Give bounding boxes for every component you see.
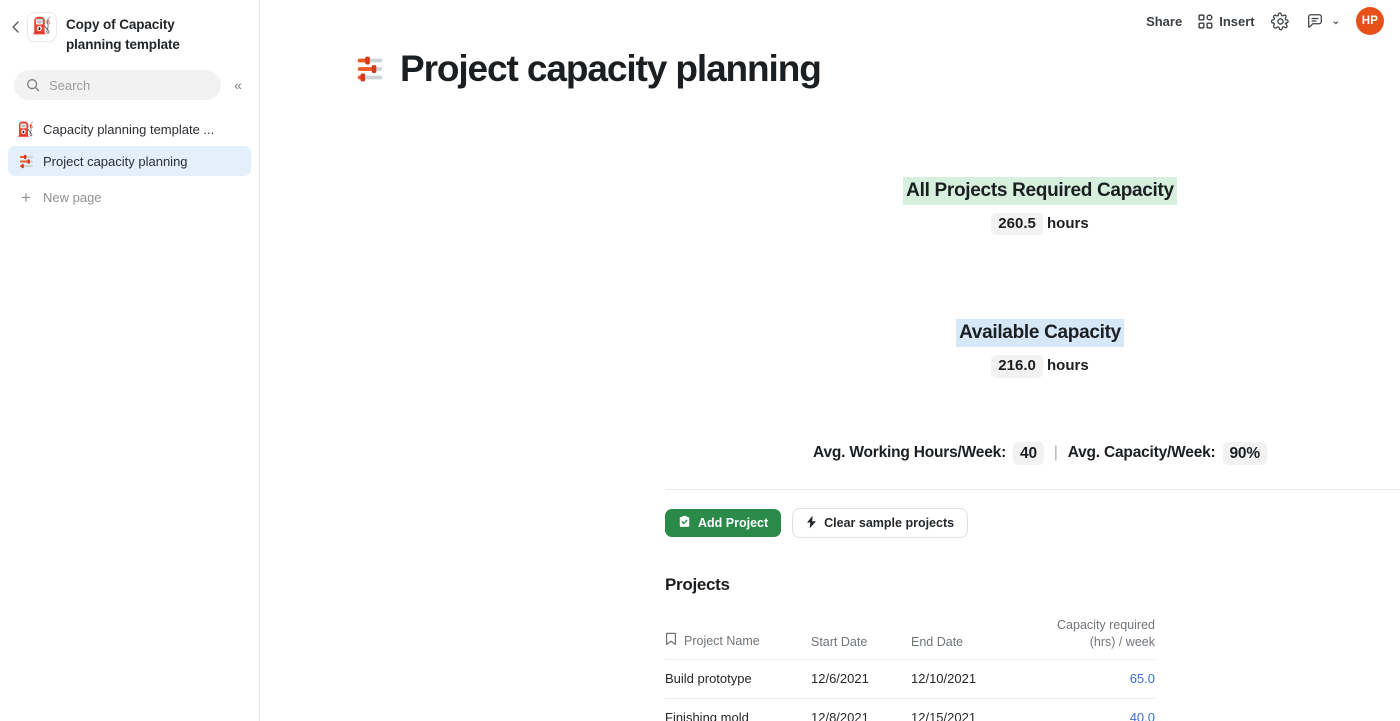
clear-sample-projects-button[interactable]: Clear sample projects <box>793 509 968 538</box>
sliders-icon <box>356 55 384 83</box>
available-capacity-heading: Available Capacity <box>956 319 1124 348</box>
search-row: Search « <box>0 70 259 101</box>
avatar-initials: HP <box>1361 15 1379 27</box>
fuel-pump-icon: ⛽ <box>28 13 56 41</box>
column-header-project-name[interactable]: Project Name <box>665 617 811 659</box>
projects-table: Project Name Start Date End Date Capacit… <box>665 617 1155 721</box>
back-button[interactable] <box>6 12 24 42</box>
bolt-icon <box>806 515 817 532</box>
insert-label: Insert <box>1219 13 1255 29</box>
add-project-label: Add Project <box>698 516 769 531</box>
search-placeholder: Search <box>49 77 91 93</box>
required-capacity-unit: hours <box>1047 214 1089 232</box>
column-header-capacity-required[interactable]: Capacity required (hrs) / week <box>1031 617 1155 659</box>
column-header-end-date[interactable]: End Date <box>911 617 1031 659</box>
required-capacity-value-line: 260.5 hours <box>665 212 1400 236</box>
page-title-row: Project capacity planning <box>260 50 1400 87</box>
avatar[interactable]: HP <box>1356 7 1384 35</box>
app-root: ⛽ Copy of Capacity planning template Sea… <box>0 0 1400 721</box>
table-row[interactable]: Build prototype 12/6/2021 12/10/2021 65.… <box>665 659 1155 699</box>
sidebar-item-capacity-planning-template[interactable]: ⛽ Capacity planning template ... <box>8 114 251 144</box>
fuel-pump-icon: ⛽ <box>17 121 35 138</box>
cell-end-date: 12/10/2021 <box>911 659 1031 699</box>
cell-capacity: 40.0 <box>1031 698 1155 721</box>
sliders-icon <box>18 154 34 169</box>
averages-separator: | <box>1053 444 1058 462</box>
topbar: Share Insert ⌄ HP <box>260 0 1400 38</box>
available-capacity-block: Available Capacity 216.0 hours <box>665 319 1400 378</box>
action-button-row: Add Project Clear sample projects <box>665 509 1400 538</box>
avg-capacity-label: Avg. Capacity/Week: <box>1067 444 1216 462</box>
gear-icon[interactable] <box>1270 11 1290 31</box>
averages-row: Avg. Working Hours/Week: 40 | Avg. Capac… <box>665 441 1400 466</box>
add-project-button[interactable]: Add Project <box>665 509 782 538</box>
required-capacity-block: All Projects Required Capacity 260.5 hou… <box>665 177 1400 236</box>
share-label: Share <box>1146 13 1183 29</box>
cell-end-date: 12/15/2021 <box>911 698 1031 721</box>
cell-capacity: 65.0 <box>1031 659 1155 699</box>
table-body: Build prototype 12/6/2021 12/10/2021 65.… <box>665 659 1155 721</box>
insert-button[interactable]: Insert <box>1198 13 1255 29</box>
clipboard-check-icon <box>678 515 691 531</box>
column-header-label: Project Name <box>684 634 760 649</box>
sidebar-nav: ⛽ Capacity planning template ... Project… <box>0 114 259 212</box>
cell-project-name: Finishing mold <box>665 698 811 721</box>
plus-icon: + <box>21 187 31 207</box>
column-header-start-date[interactable]: Start Date <box>811 617 911 659</box>
available-capacity-value-line: 216.0 hours <box>665 355 1400 378</box>
document-header: ⛽ Copy of Capacity planning template <box>0 8 259 54</box>
search-icon <box>26 78 41 92</box>
avg-hours-label: Avg. Working Hours/Week: <box>813 444 1007 462</box>
page-title: Project capacity planning <box>400 48 822 89</box>
table-row[interactable]: Finishing mold 12/8/2021 12/15/2021 40.0 <box>665 698 1155 721</box>
sidebar-new-page-label: New page <box>43 189 102 205</box>
collapse-sidebar-button[interactable]: « <box>227 72 249 98</box>
required-capacity-heading: All Projects Required Capacity <box>903 177 1177 205</box>
search-input[interactable]: Search <box>14 70 221 101</box>
clear-sample-projects-label: Clear sample projects <box>824 516 955 531</box>
avg-capacity-value: 90% <box>1222 441 1267 466</box>
available-capacity-unit: hours <box>1047 357 1089 375</box>
sidebar: ⛽ Copy of Capacity planning template Sea… <box>0 0 260 721</box>
chevron-down-icon: ⌄ <box>1331 15 1340 27</box>
sidebar-item-project-capacity-planning[interactable]: Project capacity planning <box>8 146 251 177</box>
sidebar-item-label: Capacity planning template ... <box>43 121 215 137</box>
avg-hours-value: 40 <box>1013 441 1044 466</box>
sidebar-new-page-button[interactable]: + New page <box>8 182 251 212</box>
bookmark-icon <box>665 632 677 651</box>
sidebar-item-label: Project capacity planning <box>43 153 188 169</box>
cell-start-date: 12/8/2021 <box>811 698 911 721</box>
comment-menu-button[interactable]: ⌄ <box>1306 12 1340 30</box>
available-capacity-value: 216.0 <box>991 355 1043 378</box>
table-header-row: Project Name Start Date End Date Capacit… <box>665 617 1155 660</box>
projects-section-title: Projects <box>665 575 730 595</box>
required-capacity-value: 260.5 <box>991 212 1043 236</box>
grid-dots-icon <box>1198 13 1213 29</box>
document-title: Copy of Capacity planning template <box>66 17 180 52</box>
cell-project-name: Build prototype <box>665 659 811 699</box>
share-button[interactable]: Share <box>1146 14 1182 29</box>
cell-start-date: 12/6/2021 <box>811 659 911 699</box>
main-content: Share Insert ⌄ HP Project capacity plann… <box>260 0 1400 721</box>
section-divider <box>665 489 1400 491</box>
comment-icon <box>1306 12 1324 30</box>
